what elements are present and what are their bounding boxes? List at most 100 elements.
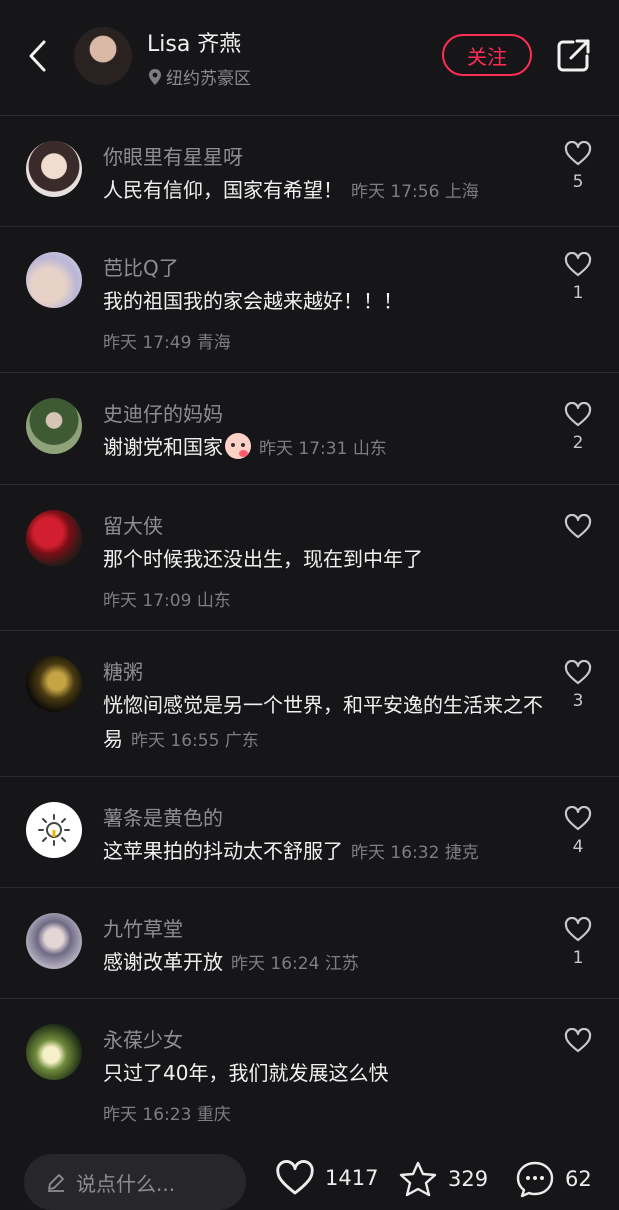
divider (0, 484, 619, 485)
heart-icon[interactable] (564, 660, 592, 685)
comment-region: 重庆 (196, 1105, 231, 1125)
commenter-avatar[interactable] (26, 1024, 82, 1080)
like-count: 5 (572, 172, 584, 192)
comment-meta: 昨天 17:09 山东 (103, 586, 231, 611)
comment-like[interactable]: 4 (562, 806, 594, 857)
comment-text: 人民有信仰，国家有希望！ 昨天 17:56 上海 (103, 173, 543, 209)
heart-icon[interactable] (564, 917, 592, 942)
comment-region: 江苏 (324, 954, 359, 974)
favorite-total: 329 (448, 1167, 489, 1191)
heart-icon[interactable] (564, 1028, 592, 1053)
divider (0, 226, 619, 227)
like-count: 1 (572, 283, 584, 303)
comment-region: 山东 (352, 439, 387, 459)
comment-like[interactable] (562, 514, 594, 539)
comment-region: 上海 (444, 182, 479, 202)
comment-time: 昨天 17:09 (103, 591, 192, 611)
divider (0, 776, 619, 777)
comment-meta: 昨天 17:49 青海 (103, 328, 231, 353)
comment-body: 这苹果拍的抖动太不舒服了 (103, 839, 343, 863)
comment-time: 昨天 16:24 (231, 954, 320, 974)
comment-like[interactable]: 2 (562, 402, 594, 453)
commenter-avatar[interactable] (26, 802, 82, 858)
comment-body: 谢谢党和国家 (103, 435, 223, 459)
divider (0, 372, 619, 373)
share-icon[interactable] (555, 38, 591, 74)
divider (0, 630, 619, 631)
like-count: 3 (572, 691, 584, 711)
comment-text: 感谢改革开放 昨天 16:24 江苏 (103, 945, 543, 981)
commenter-avatar[interactable] (26, 141, 82, 197)
comment-like[interactable] (562, 1028, 594, 1053)
heart-icon[interactable] (564, 806, 592, 831)
commenter-name[interactable]: 九竹草堂 (103, 913, 183, 942)
bottom-action-bar: 说点什么... 1417 329 62 (0, 1142, 619, 1210)
like-count: 4 (572, 837, 584, 857)
commenter-avatar[interactable] (26, 656, 82, 712)
sun-icon (38, 814, 70, 846)
comment-text: 只过了40年，我们就发展这么快 (103, 1061, 389, 1085)
comment-total: 62 (565, 1167, 592, 1191)
comment-region: 捷克 (444, 843, 479, 863)
comment-input[interactable]: 说点什么... (24, 1154, 246, 1210)
comment-region: 山东 (196, 591, 231, 611)
commenter-name[interactable]: 史迪仔的妈妈 (103, 398, 223, 427)
comment-like[interactable]: 3 (562, 660, 594, 711)
comment-body: 感谢改革开放 (103, 950, 223, 974)
author-location: 纽约苏豪区 (148, 64, 251, 89)
heart-icon[interactable] (564, 514, 592, 539)
divider (0, 998, 619, 999)
commenter-name[interactable]: 留大侠 (103, 510, 163, 539)
comment-time: 昨天 16:23 (103, 1105, 192, 1125)
comment-time: 昨天 16:32 (351, 843, 440, 863)
commenter-avatar[interactable] (26, 913, 82, 969)
divider (0, 887, 619, 888)
comment-text: 谢谢党和国家 昨天 17:31 山东 (103, 430, 543, 466)
divider (0, 115, 619, 116)
comment-body: 人民有信仰，国家有希望！ (103, 178, 343, 202)
like-count: 2 (572, 433, 584, 453)
comment-input-placeholder: 说点什么... (76, 1171, 176, 1196)
comment-like[interactable]: 1 (562, 917, 594, 968)
heart-icon[interactable] (564, 252, 592, 277)
commenter-name[interactable]: 永葆少女 (103, 1024, 183, 1053)
commenter-name[interactable]: 糖粥 (103, 656, 143, 685)
comment-bubble-icon[interactable] (515, 1160, 555, 1198)
comment-stat[interactable]: 62 (515, 1160, 592, 1198)
comment-time: 昨天 16:55 (131, 731, 220, 751)
comment-text: 这苹果拍的抖动太不舒服了 昨天 16:32 捷克 (103, 834, 543, 870)
comment-text: 我的祖国我的家会越来越好！！！ (103, 289, 403, 313)
comment-like[interactable]: 5 (562, 141, 594, 192)
commenter-avatar[interactable] (26, 510, 82, 566)
heart-icon[interactable] (564, 402, 592, 427)
pencil-icon (48, 1174, 64, 1192)
author-name[interactable]: Lisa 齐燕 (147, 26, 241, 58)
follow-button[interactable]: 关注 (442, 34, 532, 76)
favorite-stat[interactable]: 329 (398, 1160, 488, 1198)
commenter-avatar[interactable] (26, 398, 82, 454)
commenter-name[interactable]: 你眼里有星星呀 (103, 141, 243, 170)
comment-time: 昨天 17:56 (351, 182, 440, 202)
like-stat[interactable]: 1417 (275, 1160, 378, 1196)
comment-meta: 昨天 16:23 重庆 (103, 1100, 231, 1125)
location-pin-icon (149, 68, 161, 85)
comment-region: 青海 (196, 333, 231, 353)
post-header: Lisa 齐燕 纽约苏豪区 关注 (0, 0, 619, 115)
commenter-name[interactable]: 薯条是黄色的 (103, 802, 223, 831)
comment-like[interactable]: 1 (562, 252, 594, 303)
heart-icon[interactable] (564, 141, 592, 166)
comment-time: 昨天 17:49 (103, 333, 192, 353)
comment-time: 昨天 17:31 (259, 439, 348, 459)
comment-text: 那个时候我还没出生，现在到中年了 (103, 547, 423, 571)
commenter-name[interactable]: 芭比Q了 (103, 252, 179, 281)
star-icon[interactable] (398, 1160, 438, 1198)
commenter-avatar[interactable] (26, 252, 82, 308)
author-location-text: 纽约苏豪区 (166, 69, 251, 89)
like-total: 1417 (325, 1166, 379, 1190)
heart-icon[interactable] (275, 1160, 315, 1196)
like-count: 1 (572, 948, 584, 968)
emoji-icon (225, 433, 251, 459)
comment-text: 恍惚间感觉是另一个世界，和平安逸的生活来之不易 昨天 16:55 广东 (103, 688, 543, 758)
back-arrow-icon[interactable] (22, 36, 58, 76)
author-avatar[interactable] (74, 27, 132, 85)
